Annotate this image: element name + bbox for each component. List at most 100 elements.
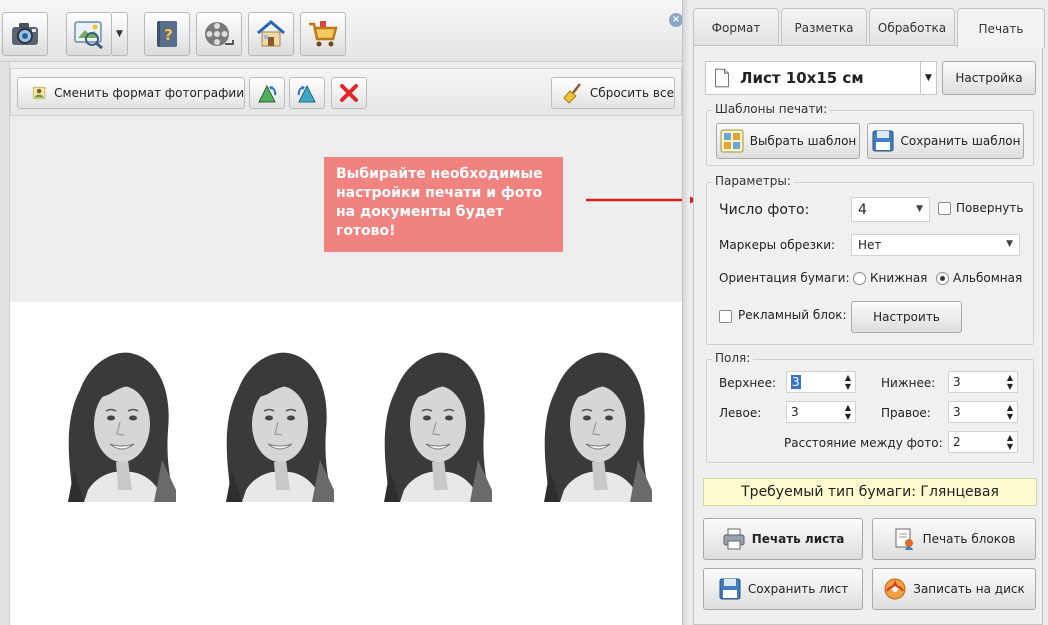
person-photo-icon <box>32 86 46 100</box>
rotate-right-icon <box>297 84 316 103</box>
panel-splitter[interactable] <box>682 0 690 625</box>
hint-callout: Выбирайте необходимые настройки печати и… <box>324 157 563 252</box>
settings-tabs: Формат Разметка Обработка Печать <box>693 8 1048 48</box>
broom-icon <box>563 83 581 104</box>
left-edge <box>0 62 10 625</box>
document-photo[interactable] <box>530 340 652 502</box>
margin-bottom-input[interactable]: 3 ▲ ▼ <box>948 371 1018 393</box>
sheet-size-dropdown[interactable]: ▼ <box>921 61 937 95</box>
margins-title: Поля: <box>712 351 754 365</box>
chevron-down-icon: ▼ <box>925 73 932 83</box>
margin-bottom-label: Нижнее: <box>881 376 936 390</box>
chevron-down-icon: ▼ <box>916 204 923 214</box>
page-icon <box>715 68 729 88</box>
photo-editor-dropdown[interactable]: ▼ <box>112 12 128 56</box>
photo-count-select[interactable]: 4 ▼ <box>851 197 930 222</box>
save-template-label: Сохранить шаблон <box>900 134 1021 148</box>
margin-bottom-value: 3 <box>953 375 961 389</box>
margin-top-input[interactable]: 3 ▲ ▼ <box>786 371 856 393</box>
margin-left-label: Левое: <box>719 406 762 420</box>
tab-processing[interactable]: Обработка <box>869 8 955 46</box>
photo-editor-button[interactable] <box>66 12 112 56</box>
print-sheet-button[interactable]: Печать листа <box>703 518 863 560</box>
document-photo[interactable] <box>212 340 334 502</box>
orientation-label: Ориентация бумаги: <box>719 271 850 285</box>
spin-arrows-icon[interactable]: ▲ ▼ <box>845 403 851 421</box>
photo-spacing-input[interactable]: 2 ▲ ▼ <box>948 431 1018 453</box>
choose-template-button[interactable]: Выбрать шаблон <box>716 123 860 159</box>
orientation-landscape-radio[interactable] <box>936 272 949 285</box>
spin-arrows-icon[interactable]: ▲ ▼ <box>1007 433 1013 451</box>
template-grid-icon <box>720 129 744 153</box>
burn-disc-label: Записать на диск <box>913 582 1025 596</box>
printer-icon <box>723 528 745 550</box>
margin-left-value: 3 <box>791 405 799 419</box>
rotate-left-icon <box>258 84 277 103</box>
change-format-label: Сменить формат фотографии <box>54 86 244 100</box>
configure-ad-button[interactable]: Настроить <box>851 301 962 333</box>
home-button[interactable] <box>248 12 294 56</box>
sheet-size-select[interactable]: Лист 10x15 см <box>705 61 921 95</box>
document-photo[interactable] <box>370 340 492 502</box>
chevron-down-icon: ▼ <box>1006 239 1013 249</box>
ad-block-checkbox[interactable] <box>719 310 732 323</box>
templates-title: Шаблоны печати: <box>712 102 831 116</box>
crop-markers-label: Маркеры обрезки: <box>719 238 836 252</box>
rotate-left-button[interactable] <box>249 77 285 109</box>
help-book-button[interactable]: ? <box>144 12 190 56</box>
tab-format[interactable]: Формат <box>693 8 779 46</box>
margin-top-value: 3 <box>791 375 801 389</box>
margin-left-input[interactable]: 3 ▲ ▼ <box>786 401 856 423</box>
rotate-checkbox[interactable] <box>938 202 951 215</box>
photo-spacing-label: Расстояние между фото: <box>784 436 943 450</box>
save-template-button[interactable]: Сохранить шаблон <box>867 123 1024 159</box>
orientation-portrait-label: Книжная <box>870 271 928 285</box>
svg-text:?: ? <box>164 26 173 44</box>
tab-print[interactable]: Печать <box>957 8 1045 48</box>
camera-button[interactable] <box>2 12 48 56</box>
margin-right-input[interactable]: 3 ▲ ▼ <box>948 401 1018 423</box>
spin-arrows-icon[interactable]: ▲ ▼ <box>1007 403 1013 421</box>
parameters-title: Параметры: <box>712 174 794 188</box>
burn-disc-button[interactable]: Записать на диск <box>872 568 1036 610</box>
floppy-icon <box>872 130 894 152</box>
tab-layout[interactable]: Разметка <box>781 8 867 46</box>
sheet-size-value: Лист 10x15 см <box>740 69 864 87</box>
print-blocks-label: Печать блоков <box>922 532 1016 546</box>
print-blocks-icon <box>895 528 913 550</box>
crop-markers-select[interactable]: Нет ▼ <box>851 234 1020 256</box>
close-icon[interactable]: × <box>669 13 683 27</box>
rotate-right-button[interactable] <box>289 77 325 109</box>
save-sheet-label: Сохранить лист <box>747 582 849 596</box>
ad-block-label: Рекламный блок: <box>738 308 847 322</box>
video-button[interactable] <box>196 12 242 56</box>
house-icon <box>257 20 285 47</box>
disc-burn-icon <box>884 578 906 600</box>
delete-button[interactable] <box>331 77 367 109</box>
print-blocks-button[interactable]: Печать блоков <box>872 518 1036 560</box>
shop-button[interactable] <box>300 12 346 56</box>
save-sheet-button[interactable]: Сохранить лист <box>703 568 863 610</box>
choose-template-label: Выбрать шаблон <box>749 134 857 148</box>
orientation-landscape-label: Альбомная <box>953 271 1023 285</box>
photo-spacing-value: 2 <box>953 435 961 449</box>
reset-all-button[interactable]: Сбросить все <box>551 77 675 109</box>
film-reel-icon <box>205 22 234 46</box>
photo-count-value: 4 <box>858 201 867 218</box>
margin-top-label: Верхнее: <box>719 376 776 390</box>
photo-editor-icon <box>74 21 103 50</box>
change-format-button[interactable]: Сменить формат фотографии <box>17 77 245 109</box>
margin-right-label: Правое: <box>881 406 931 420</box>
paper-type-note: Требуемый тип бумаги: Глянцевая <box>703 478 1037 506</box>
floppy-icon <box>719 578 741 600</box>
print-sheet-label: Печать листа <box>751 532 845 546</box>
reset-all-label: Сбросить все <box>589 86 674 100</box>
spin-arrows-icon[interactable]: ▲ ▼ <box>1007 373 1013 391</box>
crop-markers-value: Нет <box>858 238 882 252</box>
orientation-portrait-radio[interactable] <box>853 272 866 285</box>
spin-arrows-icon[interactable]: ▲ ▼ <box>845 373 851 391</box>
photo-count-label: Число фото: <box>719 202 810 218</box>
delete-x-icon <box>340 84 358 102</box>
document-photo[interactable] <box>54 340 176 502</box>
sheet-settings-button[interactable]: Настройка <box>942 61 1036 95</box>
